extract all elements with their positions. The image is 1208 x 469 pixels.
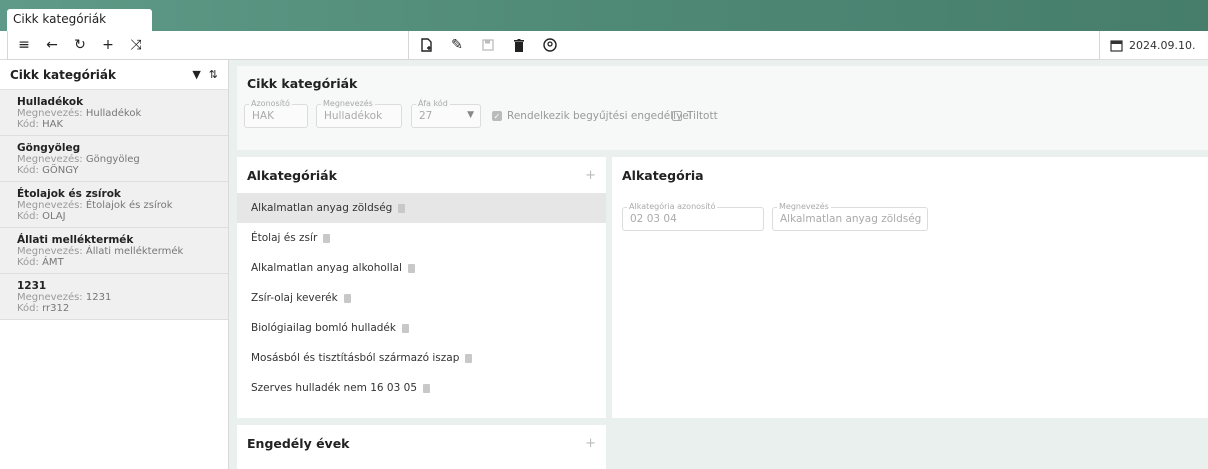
sidebar-item-title: 1231	[17, 280, 47, 292]
tab-cikk-kategoriak[interactable]: Cikk kategóriák	[7, 9, 152, 31]
list-item[interactable]: Szerves hulladék nem 16 03 05	[237, 373, 606, 403]
sidebar-item-code: Kód: ÁMT	[17, 257, 64, 268]
menu-icon[interactable]: ≡	[16, 37, 32, 53]
name-field[interactable]: Megnevezés Hulladékok	[316, 99, 402, 128]
vat-code-select[interactable]: Áfa kód 27 ▼	[411, 99, 481, 128]
list-item[interactable]: Étolaj és zsír	[237, 223, 606, 253]
add-permit-year-icon[interactable]: +	[585, 436, 596, 451]
user-circle-icon[interactable]	[542, 37, 558, 53]
list-item-label: Szerves hulladék nem 16 03 05	[251, 382, 417, 394]
subcategory-id-label: Alkategória azonosító	[627, 202, 718, 211]
filter-icon[interactable]: ▼	[192, 68, 200, 81]
subcategories-title: Alkategóriák	[247, 167, 337, 183]
sidebar-item-title: Göngyöleg	[17, 142, 81, 154]
checkbox-unchecked-icon	[672, 111, 682, 121]
checkbox-checked-icon: ✓	[492, 111, 502, 121]
add-icon[interactable]: +	[100, 37, 116, 53]
vat-field-label: Áfa kód	[416, 99, 450, 108]
calendar-icon[interactable]	[1110, 38, 1123, 54]
trash-icon[interactable]	[323, 233, 331, 243]
toolbar: ≡ ← ↻ + ⤨ ✎ 2024.09.10.	[0, 31, 1208, 60]
sidebar-item-title: Étolajok és zsírok	[17, 188, 121, 200]
sidebar-item[interactable]: Étolajok és zsírok Megnevezés: Étolajok …	[0, 182, 228, 228]
sidebar-header: Cikk kategóriák ▼ ⇅	[0, 60, 228, 90]
trash-icon[interactable]	[407, 263, 415, 273]
edit-pencil-icon[interactable]: ✎	[449, 37, 465, 53]
trash-icon[interactable]	[465, 353, 473, 363]
new-document-icon[interactable]	[418, 37, 434, 53]
sidebar-item-name: Megnevezés: Állati melléktermék	[17, 246, 184, 257]
list-item-label: Mosásból és tisztításból származó iszap	[251, 352, 460, 364]
title-bar: Cikk kategóriák	[0, 0, 1208, 31]
sidebar-item-name: Megnevezés: 1231	[17, 292, 112, 303]
id-field[interactable]: Azonosító HAK	[244, 99, 308, 128]
sidebar-item[interactable]: Hulladékok Megnevezés: Hulladékok Kód: H…	[0, 90, 228, 136]
list-item[interactable]: Biológiailag bomló hulladék	[237, 313, 606, 343]
trash-icon[interactable]	[401, 323, 409, 333]
permit-years-title: Engedély évek	[247, 435, 350, 451]
delete-icon[interactable]	[511, 37, 527, 53]
subcategory-name-field[interactable]: Megnevezés Alkalmatlan anyag zöldség	[772, 202, 928, 231]
sidebar-item[interactable]: 1231 Megnevezés: 1231 Kód: rr312	[0, 274, 228, 320]
add-subcategory-icon[interactable]: +	[585, 168, 596, 183]
banned-checkbox[interactable]: Tiltott	[672, 110, 718, 122]
category-form-title: Cikk kategóriák	[247, 76, 358, 91]
list-item[interactable]: Alkalmatlan anyag alkohollal	[237, 253, 606, 283]
sidebar-title: Cikk kategóriák	[10, 67, 116, 82]
subcategory-name-value: Alkalmatlan anyag zöldség	[780, 213, 922, 225]
sidebar-item-code: Kód: rr312	[17, 303, 70, 314]
list-item[interactable]: Zsír-olaj keverék	[237, 283, 606, 313]
sidebar-item[interactable]: Állati melléktermék Megnevezés: Állati m…	[0, 228, 228, 274]
subcategory-id-value: 02 03 04	[630, 213, 677, 225]
list-item-label: Alkalmatlan anyag zöldség	[251, 202, 393, 214]
permit-years-panel: Engedély évek +	[237, 425, 606, 469]
subcategory-name-label: Megnevezés	[777, 202, 831, 211]
shuffle-icon[interactable]: ⤨	[128, 37, 144, 53]
toolbar-nav-group: ≡ ← ↻ + ⤨	[7, 31, 409, 60]
toolbar-right: 2024.09.10.	[1100, 31, 1208, 60]
sidebar-item[interactable]: Göngyöleg Megnevezés: Göngyöleg Kód: GÖN…	[0, 136, 228, 182]
sidebar-item-code: Kód: OLAJ	[17, 211, 66, 222]
list-item-label: Alkalmatlan anyag alkohollal	[251, 262, 402, 274]
subcategory-id-field[interactable]: Alkategória azonosító 02 03 04	[622, 202, 764, 231]
list-item-label: Biológiailag bomló hulladék	[251, 322, 396, 334]
name-field-value: Hulladékok	[324, 110, 383, 122]
sort-icon[interactable]: ⇅	[209, 68, 218, 81]
sidebar-item-title: Hulladékok	[17, 96, 84, 108]
current-date[interactable]: 2024.09.10.	[1129, 39, 1195, 52]
subcategories-panel: Alkategóriák + Alkalmatlan anyag zöldség…	[237, 157, 606, 418]
sidebar-item-name: Megnevezés: Étolajok és zsírok	[17, 200, 173, 211]
category-form-panel: Cikk kategóriák Azonosító HAK Megnevezés…	[237, 66, 1208, 150]
trash-icon[interactable]	[423, 383, 430, 393]
back-arrow-icon[interactable]: ←	[44, 37, 60, 53]
refresh-icon[interactable]: ↻	[72, 37, 88, 53]
trash-icon[interactable]	[343, 293, 351, 303]
list-item-label: Étolaj és zsír	[251, 232, 318, 244]
list-item[interactable]: Alkalmatlan anyag zöldség	[237, 193, 606, 223]
sidebar-item-code: Kód: HAK	[17, 119, 64, 130]
vat-field-value: 27	[419, 110, 433, 122]
id-field-label: Azonosító	[249, 99, 292, 108]
subcategory-detail-panel: Alkategória Alkategória azonosító 02 03 …	[612, 157, 1208, 418]
permit-checkbox-label: Rendelkezik begyűjtési engedéllyel	[507, 110, 692, 122]
sidebar-item-title: Állati melléktermék	[17, 234, 134, 246]
trash-icon[interactable]	[398, 203, 406, 213]
sidebar-item-name: Megnevezés: Göngyöleg	[17, 154, 140, 165]
name-field-label: Megnevezés	[321, 99, 375, 108]
sidebar-item-name: Megnevezés: Hulladékok	[17, 108, 142, 119]
subcategory-detail-title: Alkategória	[622, 167, 704, 183]
permit-checkbox[interactable]: ✓ Rendelkezik begyűjtési engedéllyel	[492, 110, 692, 122]
sidebar-item-code: Kód: GÖNGY	[17, 165, 79, 176]
list-item[interactable]: Mosásból és tisztításból származó iszap	[237, 343, 606, 373]
id-field-value: HAK	[252, 110, 274, 122]
save-icon[interactable]	[480, 37, 496, 53]
chevron-down-icon: ▼	[467, 110, 474, 120]
banned-checkbox-label: Tiltott	[687, 110, 718, 122]
list-item-label: Zsír-olaj keverék	[251, 292, 338, 304]
toolbar-actions-group: ✎	[409, 31, 1100, 60]
sidebar: Cikk kategóriák ▼ ⇅ Hulladékok Megnevezé…	[0, 60, 229, 469]
